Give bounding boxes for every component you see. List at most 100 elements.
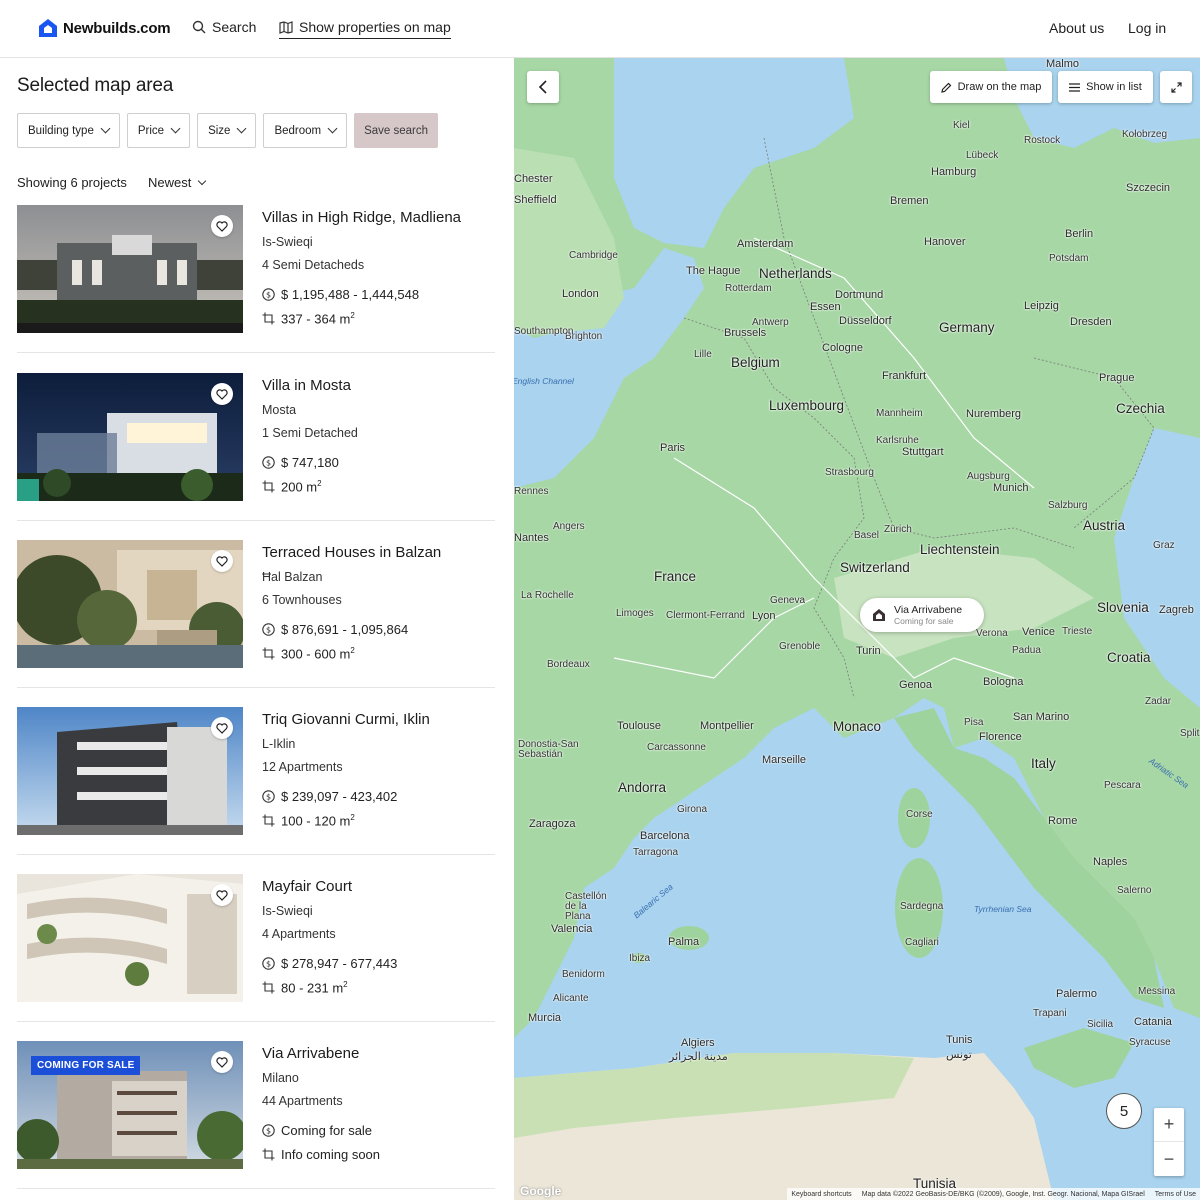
about-us-link[interactable]: About us — [1049, 20, 1104, 36]
map-label-city: Bordeaux — [547, 659, 590, 670]
draw-on-map-label: Draw on the map — [957, 81, 1042, 93]
google-logo[interactable]: Google — [520, 1184, 561, 1198]
map-label-city: Pescara — [1104, 780, 1141, 791]
filter-label: Bedroom — [274, 124, 322, 137]
map-label-city: Hanover — [924, 236, 966, 248]
terms-of-use-link[interactable]: Terms of Use — [1155, 1191, 1196, 1198]
dollar-icon: $ — [262, 1124, 275, 1137]
map-label-city: Bremen — [890, 195, 929, 207]
keyboard-shortcuts-link[interactable]: Keyboard shortcuts — [791, 1191, 851, 1198]
top-navigation: Newbuilds.com Search Show properties on … — [0, 0, 1200, 58]
crop-icon — [262, 312, 275, 325]
project-title[interactable]: Mayfair Court — [262, 878, 352, 895]
project-size: 337 - 364 m2 — [262, 311, 355, 326]
map-label-city: Clermont-Ferrand — [666, 610, 745, 621]
chevron-left-icon — [538, 80, 547, 94]
project-card[interactable]: Terraced Houses in Balzan Ħal Balzan 6 T… — [17, 540, 495, 688]
crop-icon — [262, 981, 275, 994]
project-card[interactable]: Villa in Mosta Mosta 1 Semi Detached $ $ … — [17, 373, 495, 521]
heart-icon[interactable] — [211, 884, 233, 906]
draw-on-map-button[interactable]: Draw on the map — [930, 71, 1052, 103]
heart-icon[interactable] — [211, 1051, 233, 1073]
map-label-sea: English Channel — [514, 376, 574, 386]
project-card[interactable]: Triq Giovanni Curmi, Iklin L-Iklin 12 Ap… — [17, 707, 495, 855]
zoom-out-button[interactable]: − — [1154, 1142, 1184, 1176]
map-label-city: Strasbourg — [825, 467, 874, 478]
map-label-country: Liechtenstein — [920, 542, 1000, 557]
map-label-country: France — [654, 569, 697, 584]
map-label-country: Netherlands — [759, 266, 832, 281]
size-filter[interactable]: Size — [197, 113, 257, 148]
search-link[interactable]: Search — [192, 19, 256, 35]
map-label-city: Amsterdam — [737, 238, 794, 250]
map-label-city: Carcassonne — [647, 742, 706, 753]
project-size: Info coming soon — [262, 1147, 380, 1162]
heart-icon[interactable] — [211, 215, 233, 237]
map-label-country: Austria — [1083, 518, 1126, 533]
project-title[interactable]: Villas in High Ridge, Madliena — [262, 209, 461, 226]
project-image: COMING FOR SALE — [17, 1041, 243, 1169]
project-title[interactable]: Villa in Mosta — [262, 377, 351, 394]
map-label-city: Split — [1180, 728, 1200, 739]
project-card[interactable]: Mayfair Court Is-Swieqi 4 Apartments $ $ … — [17, 874, 495, 1022]
heart-icon[interactable] — [211, 717, 233, 739]
map-label-country: Switzerland — [840, 560, 910, 575]
map-label-city: Lille — [694, 349, 712, 360]
project-location: Ħal Balzan — [262, 570, 323, 584]
price-filter[interactable]: Price — [126, 113, 191, 148]
project-image — [17, 707, 243, 835]
coming-for-sale-badge: COMING FOR SALE — [31, 1056, 141, 1075]
map-label-city: Toulouse — [617, 720, 662, 732]
bedroom-filter[interactable]: Bedroom — [263, 113, 348, 148]
dollar-icon: $ — [262, 288, 275, 301]
sort-dropdown[interactable]: Newest — [148, 175, 207, 190]
project-title[interactable]: Via Arrivabene — [262, 1045, 359, 1062]
project-price: $ $ 278,947 - 677,443 — [262, 956, 397, 971]
filter-bar: Building type Price Size Bedroom Save se… — [17, 113, 439, 148]
project-title[interactable]: Terraced Houses in Balzan — [262, 544, 441, 561]
project-units: 6 Townhouses — [262, 593, 342, 607]
filter-label: Size — [208, 124, 231, 137]
map-label-city: Augsburg — [967, 471, 1010, 482]
project-price: $ $ 876,691 - 1,095,864 — [262, 622, 408, 637]
map-label-city: Dresden — [1070, 316, 1112, 328]
zoom-in-button[interactable]: + — [1154, 1108, 1184, 1142]
map-attribution: Keyboard shortcuts Map data ©2022 GeoBas… — [787, 1188, 1200, 1200]
price-value: $ 876,691 - 1,095,864 — [281, 622, 409, 637]
building-type-filter[interactable]: Building type — [17, 113, 120, 148]
map-label-city: Padua — [1012, 645, 1041, 656]
map-label-city: Verona — [976, 628, 1008, 639]
crop-icon — [262, 480, 275, 493]
fullscreen-button[interactable] — [1160, 71, 1192, 103]
save-search-button[interactable]: Save search — [354, 113, 439, 148]
map-label-city: Frankfurt — [882, 370, 927, 382]
property-pin-via-arrivabene[interactable]: Via Arrivabene Coming for sale — [860, 598, 984, 632]
log-in-link[interactable]: Log in — [1128, 20, 1166, 36]
heart-icon[interactable] — [211, 383, 233, 405]
show-in-list-button[interactable]: Show in list — [1058, 71, 1153, 103]
map-label-city: Genoa — [899, 679, 933, 691]
map-label-city: Sheffield — [514, 194, 557, 206]
collapse-panel-button[interactable] — [527, 71, 559, 103]
map-label-city: Trapani — [1033, 1008, 1067, 1019]
project-title[interactable]: Triq Giovanni Curmi, Iklin — [262, 711, 430, 728]
logo[interactable]: Newbuilds.com — [38, 18, 171, 38]
map-label-city: Syracuse — [1129, 1037, 1171, 1048]
cluster-marker[interactable]: 5 — [1106, 1093, 1142, 1129]
svg-text:$: $ — [266, 793, 271, 802]
map-label-sea: Tyrrhenian Sea — [974, 904, 1032, 914]
project-card[interactable]: COMING FOR SALE Via Arrivabene Milano 44… — [17, 1041, 495, 1189]
project-card[interactable]: Villas in High Ridge, Madliena Is-Swieqi… — [17, 205, 495, 353]
map-label-city: Donostia-San Sebastián — [518, 739, 579, 760]
map-view[interactable]: Netherlands Belgium Luxembourg Germany F… — [514, 58, 1200, 1200]
map-label-city: Marseille — [762, 754, 807, 766]
project-price: $ Coming for sale — [262, 1123, 372, 1138]
map-label-region: Corse — [906, 809, 933, 820]
show-on-map-link[interactable]: Show properties on map — [279, 19, 451, 39]
heart-icon[interactable] — [211, 550, 233, 572]
map-label-city: Dortmund — [835, 289, 884, 301]
map-label-city: Hamburg — [931, 166, 977, 178]
chevron-down-icon — [198, 176, 207, 185]
map-label-city: Brussels — [724, 327, 767, 339]
map-label-city: Angers — [553, 521, 585, 532]
